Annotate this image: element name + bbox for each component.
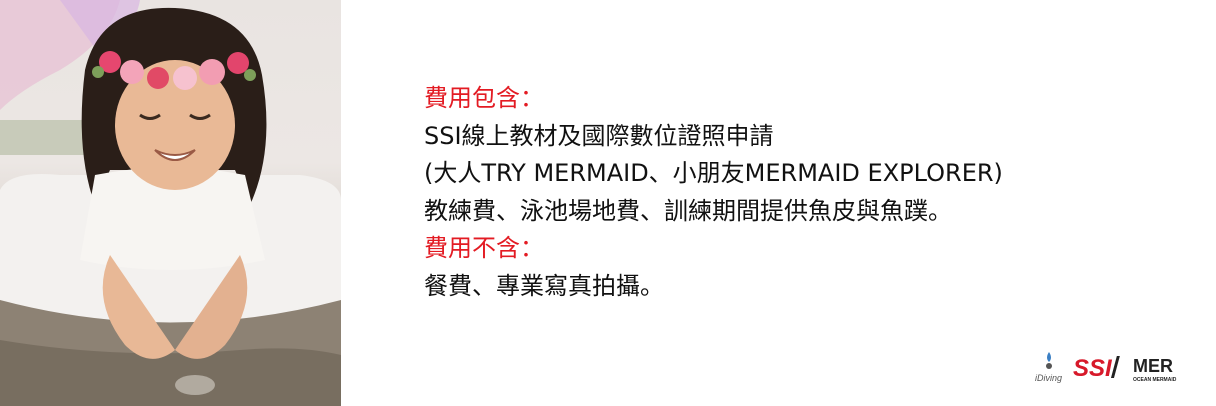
included-heading: 費用包含： bbox=[424, 84, 544, 112]
excluded-heading: 費用不含： bbox=[424, 234, 544, 263]
child-illustration bbox=[0, 0, 341, 406]
fee-info: 費用包含： SSI線上教材及國際數位證照申請 (大人TRY MERMAID、小朋… bbox=[424, 80, 1184, 306]
included-line-materials: SSI線上教材及國際數位證照申請 bbox=[424, 121, 774, 150]
logo-strip: iDiving SSI MER OCEAN MERMAID bbox=[1035, 352, 1177, 383]
included-line-fees: 教練費、泳池場地費、訓練期間提供魚皮與魚蹼。 bbox=[424, 196, 952, 225]
mer-text: MER bbox=[1133, 356, 1173, 376]
mer-subtext: OCEAN MERMAID bbox=[1133, 377, 1177, 383]
ssi-logo: SSI bbox=[1073, 355, 1120, 382]
included-line-courses: (大人TRY MERMAID、小朋友MERMAID EXPLORER) bbox=[424, 159, 1003, 188]
child-photo bbox=[0, 0, 341, 406]
excluded-line: 餐費、專業寫真拍攝。 bbox=[424, 271, 664, 300]
mer-logo: MER OCEAN MERMAID bbox=[1133, 356, 1177, 383]
idiving-logo: iDiving bbox=[1035, 352, 1062, 383]
ssi-text: SSI bbox=[1073, 355, 1113, 382]
sponsor-logos: iDiving SSI MER OCEAN MERMAID bbox=[1033, 348, 1198, 384]
idiving-text: iDiving bbox=[1035, 373, 1062, 383]
